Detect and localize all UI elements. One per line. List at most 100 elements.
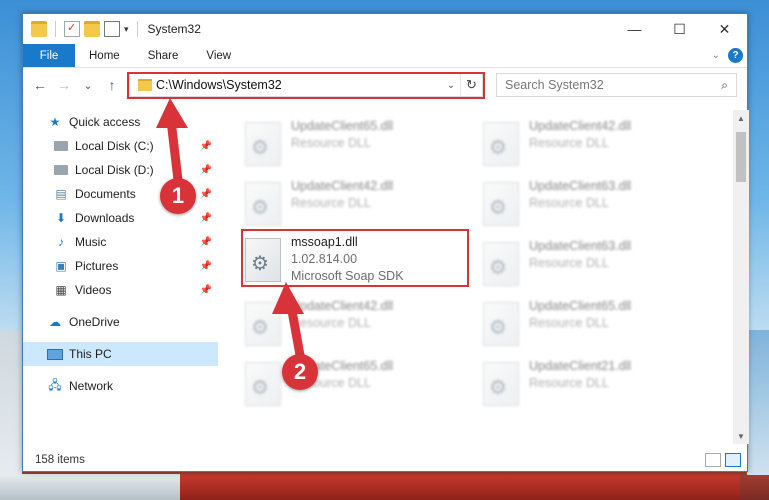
sidebar-item-this-pc[interactable]: This PC [23,342,218,366]
pin-icon[interactable]: 📌 [200,285,212,296]
pin-icon[interactable]: 📌 [200,165,212,176]
file-item[interactable]: UpdateClient21.dll Resource DLL [479,358,709,410]
file-name: UpdateClient63.dll [529,179,632,193]
file-name: UpdateClient42.dll [529,119,632,133]
file-type: Resource DLL [529,376,609,390]
pin-icon[interactable]: 📌 [200,213,212,224]
file-name: UpdateClient65.dll [529,299,632,313]
dll-file-icon [483,122,519,166]
vertical-scrollbar[interactable]: ▲ ▼ [733,110,749,444]
callout-badge-1: 1 [160,178,196,214]
sidebar-item-label: Documents [75,187,136,201]
background-snow [0,474,180,500]
file-item[interactable]: UpdateClient65.dllResource DLL [479,298,709,350]
search-input[interactable]: Search System32 [505,78,604,92]
pin-icon[interactable]: 📌 [200,141,212,152]
forward-button[interactable]: → [53,74,75,96]
file-item[interactable]: UpdateClient63.dll Resource DLL [479,178,709,230]
sidebar-item-onedrive[interactable]: ☁ OneDrive [23,310,218,334]
tiles-view-icon[interactable] [725,453,741,467]
file-type: Resource DLL [291,196,371,210]
tab-home[interactable]: Home [75,44,134,67]
sidebar-item-pictures[interactable]: ▣ Pictures 📌 [23,254,218,278]
file-name: UpdateClient21.dll [529,359,632,373]
details-view-icon[interactable] [705,453,721,467]
sidebar-item-label: Downloads [75,211,135,225]
maximize-button[interactable]: ☐ [657,14,702,44]
search-icon[interactable]: ⌕ [721,78,728,93]
sidebar-item-local-disk-d[interactable]: Local Disk (D:) 📌 [23,158,218,182]
music-icon: ♪ [58,235,64,249]
file-type: Resource DLL [529,196,609,210]
file-type: Resource DLL [529,136,609,150]
sidebar-item-label: Local Disk (D:) [75,163,154,177]
file-item[interactable]: UpdateClient42.dll Resource DLL [241,298,471,350]
help-icon[interactable]: ? [728,48,743,63]
tab-share[interactable]: Share [134,44,193,67]
title-bar: ▾ System32 — ☐ ✕ [23,14,747,44]
background-red-building [180,474,740,500]
customize-dropdown-icon[interactable]: ▾ [124,24,129,35]
folder-icon [31,21,47,37]
sidebar-item-videos[interactable]: ▦ Videos 📌 [23,278,218,302]
file-name: UpdateClient42.dll [291,179,394,193]
sidebar-item-local-disk-c[interactable]: Local Disk (C:) 📌 [23,134,218,158]
expand-ribbon-icon[interactable]: ⌄ [712,50,720,61]
downloads-icon: ⬇ [55,211,67,225]
search-box[interactable]: Search System32 ⌕ [496,73,737,97]
background-sky [747,330,769,475]
pin-icon[interactable]: 📌 [200,237,212,248]
address-highlight-box [127,72,485,99]
tab-file[interactable]: File [23,44,75,67]
pin-icon[interactable]: 📌 [200,189,212,200]
customize-icon[interactable] [104,21,120,37]
sidebar-item-label: Pictures [75,259,119,273]
scroll-thumb[interactable] [736,132,746,182]
file-item[interactable]: UpdateClient42.dll Resource DLL [241,178,471,230]
dll-file-icon [245,182,281,226]
file-item[interactable]: UpdateClient63.dll Resource DLL [479,238,709,290]
sidebar-item-label: Videos [75,283,112,297]
file-highlight-box [241,229,469,287]
sidebar-item-music[interactable]: ♪ Music 📌 [23,230,218,254]
file-name: UpdateClient65.dll [291,119,394,133]
new-folder-icon[interactable] [84,21,100,37]
close-button[interactable]: ✕ [702,14,747,44]
file-name: UpdateClient42.dll [291,299,394,313]
explorer-window: ▾ System32 — ☐ ✕ File Home Share View ⌄ … [22,13,749,472]
sidebar-item-label: OneDrive [69,315,120,329]
sidebar-item-label: Quick access [69,115,141,129]
item-count: 158 items [35,454,85,466]
pin-icon[interactable]: 📌 [200,261,212,272]
sidebar-item-quick-access[interactable]: ★ Quick access [23,110,218,134]
up-button[interactable]: ↑ [101,74,123,96]
sidebar-item-label: Music [75,235,107,249]
file-item[interactable]: UpdateClient65.dllResource DLL [241,358,471,410]
sidebar-item-label: This PC [69,347,112,361]
file-type: Resource DLL [291,316,371,330]
tab-view[interactable]: View [192,44,245,67]
file-item[interactable]: UpdateClient65.dll Resource DLL [241,118,471,170]
file-name: UpdateClient63.dll [529,239,632,253]
properties-check-icon[interactable] [64,21,80,37]
toolbar-divider [136,21,138,37]
scroll-up-icon[interactable]: ▲ [733,110,749,126]
ribbon-tabs: File Home Share View ⌄ ? [23,44,747,68]
dll-file-icon [483,362,519,406]
scroll-down-icon[interactable]: ▼ [733,428,749,444]
sidebar-item-network[interactable]: 🖧 Network [23,374,218,398]
pictures-icon: ▣ [55,259,67,273]
drive-icon [53,162,69,178]
file-item[interactable]: UpdateClient42.dll Resource DLL [479,118,709,170]
dll-file-icon [483,242,519,286]
cloud-icon: ☁ [49,315,61,329]
minimize-button[interactable]: — [612,14,657,44]
dll-file-icon [245,302,281,346]
back-button[interactable]: ← [29,74,51,96]
file-type: Resource DLL [291,136,371,150]
recent-locations-button[interactable]: ⌄ [77,74,99,96]
file-type: Resource DLL [529,256,609,270]
window-title: System32 [147,22,201,36]
computer-icon [47,346,63,362]
network-icon: 🖧 [48,377,62,392]
